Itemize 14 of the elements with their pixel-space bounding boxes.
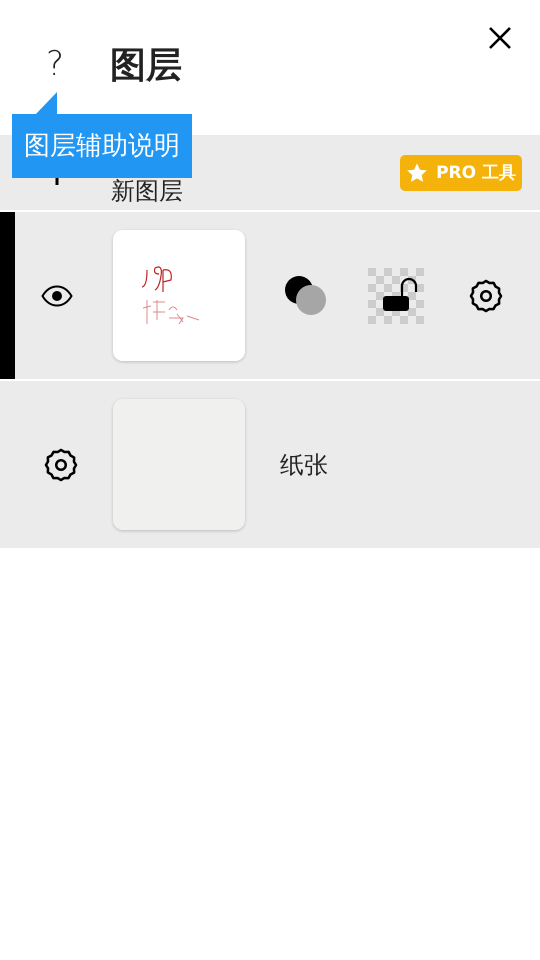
settings-icon[interactable] — [42, 446, 80, 484]
panel-title: 图层 — [110, 44, 182, 88]
layer-row[interactable] — [0, 212, 540, 381]
blend-mode-icon[interactable] — [284, 274, 328, 316]
star-icon — [406, 162, 428, 184]
eye-icon[interactable] — [40, 284, 72, 306]
close-icon[interactable] — [487, 25, 513, 51]
layer-row[interactable]: 纸张 — [0, 381, 540, 550]
settings-icon[interactable] — [467, 276, 505, 314]
lock-icon[interactable] — [368, 268, 424, 324]
help-button[interactable]: ? — [0, 44, 110, 84]
layer-label: 纸张 — [280, 450, 328, 480]
tooltip-pointer — [35, 92, 57, 115]
tooltip: 图层辅助说明 — [12, 114, 192, 178]
